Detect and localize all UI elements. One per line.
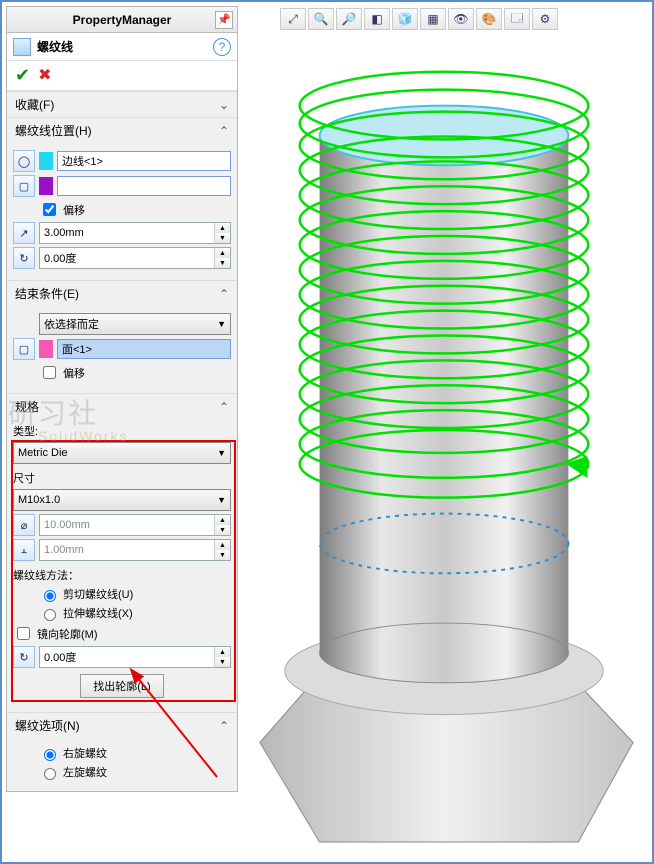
pm-title-bar: PropertyManager 📌: [7, 7, 237, 33]
pm-title-text: PropertyManager: [73, 13, 172, 27]
pitch-icon: ⫠: [13, 539, 35, 561]
cylinder-icon: ◯: [13, 150, 35, 172]
type-label: 类型:: [13, 423, 231, 439]
color-swatch-cyan: [39, 152, 53, 170]
diameter-icon: ⌀: [13, 514, 35, 536]
zoom-area-icon[interactable]: 🔍: [308, 8, 334, 30]
right-hand-label: 右旋螺纹: [63, 745, 107, 761]
angle-icon[interactable]: ↻: [13, 247, 35, 269]
right-hand-radio[interactable]: [44, 749, 56, 761]
end-offset-label: 偏移: [63, 365, 85, 381]
left-hand-label: 左旋螺纹: [63, 764, 107, 780]
previous-view-icon[interactable]: 🔎: [336, 8, 362, 30]
section-favorites[interactable]: 收藏(F)⌄: [7, 91, 237, 117]
mirror-profile-checkbox[interactable]: [17, 627, 30, 640]
chevron-up-icon: ⌃: [219, 287, 229, 301]
3d-model-render: [240, 6, 648, 858]
rotation-angle-icon[interactable]: ↻: [13, 646, 35, 668]
cut-thread-radio[interactable]: [44, 590, 56, 602]
end-face-field[interactable]: [57, 339, 231, 359]
thread-size-combo[interactable]: M10x1.0▼: [13, 489, 231, 511]
chevron-up-icon: ⌃: [219, 400, 229, 414]
end-condition-combo[interactable]: 依选择而定▼: [39, 313, 231, 335]
reverse-direction-icon[interactable]: ↗: [13, 222, 35, 244]
offset-checkbox[interactable]: [43, 203, 56, 216]
offset-label: 偏移: [63, 202, 85, 218]
chevron-down-icon: ⌄: [219, 98, 229, 112]
help-button[interactable]: ?: [213, 38, 231, 56]
color-swatch-pink: [39, 340, 53, 358]
ok-cancel-row: ✔ ✖: [7, 61, 237, 91]
display-style-icon[interactable]: ▦: [420, 8, 446, 30]
extrude-thread-label: 拉伸螺纹线(X): [63, 605, 133, 621]
feature-name: 螺纹线: [37, 38, 73, 55]
section-specification[interactable]: 规格⌃: [7, 393, 237, 419]
section-end-condition[interactable]: 结束条件(E)⌃: [7, 280, 237, 306]
face-select-icon: ▢: [13, 338, 35, 360]
apply-scene-icon[interactable]: 🗔: [504, 8, 530, 30]
end-condition-body: 依选择而定▼ ▢ 偏移: [7, 306, 237, 393]
edit-appearance-icon[interactable]: 🎨: [476, 8, 502, 30]
extrude-thread-radio[interactable]: [44, 609, 56, 621]
offset-distance-spinner[interactable]: ▲▼: [39, 222, 231, 244]
3d-viewport[interactable]: ⤢ 🔍 🔎 ◧ 🧊 ▦ 👁 🎨 🗔 ⚙: [240, 6, 648, 858]
diameter-spinner[interactable]: ▲▼: [39, 514, 231, 536]
section-view-icon[interactable]: ◧: [364, 8, 390, 30]
thread-feature-icon: [13, 38, 31, 56]
section-thread-position[interactable]: 螺纹线位置(H)⌃: [7, 117, 237, 143]
view-settings-icon[interactable]: ⚙: [532, 8, 558, 30]
thread-type-combo[interactable]: Metric Die▼: [13, 442, 231, 464]
size-label: 尺寸: [13, 470, 231, 486]
cancel-button[interactable]: ✖: [38, 65, 51, 86]
start-angle-spinner[interactable]: ▲▼: [39, 247, 231, 269]
left-hand-radio[interactable]: [44, 768, 56, 780]
zoom-fit-icon[interactable]: ⤢: [280, 8, 306, 30]
heads-up-toolbar: ⤢ 🔍 🔎 ◧ 🧊 ▦ 👁 🎨 🗔 ⚙: [280, 8, 558, 30]
view-orientation-icon[interactable]: 🧊: [392, 8, 418, 30]
end-offset-checkbox[interactable]: [43, 366, 56, 379]
cut-thread-label: 剪切螺纹线(U): [63, 586, 133, 602]
feature-header: 螺纹线 ?: [7, 33, 237, 61]
ok-button[interactable]: ✔: [15, 65, 30, 86]
color-swatch-purple: [39, 177, 53, 195]
face-icon: ▢: [13, 175, 35, 197]
pin-button[interactable]: 📌: [215, 11, 233, 29]
hide-show-icon[interactable]: 👁: [448, 8, 474, 30]
start-face-field[interactable]: [57, 176, 231, 196]
mirror-profile-label: 镜向轮廓(M): [37, 626, 98, 642]
thread-position-body: ◯ ▢ 偏移 ↗ ▲▼ ↻ ▲▼: [7, 143, 237, 280]
pitch-spinner[interactable]: ▲▼: [39, 539, 231, 561]
annotation-arrow-svg: [122, 662, 232, 782]
chevron-up-icon: ⌃: [219, 124, 229, 138]
thread-method-label: 螺纹线方法：: [13, 567, 231, 583]
edge-selection-field[interactable]: [57, 151, 231, 171]
